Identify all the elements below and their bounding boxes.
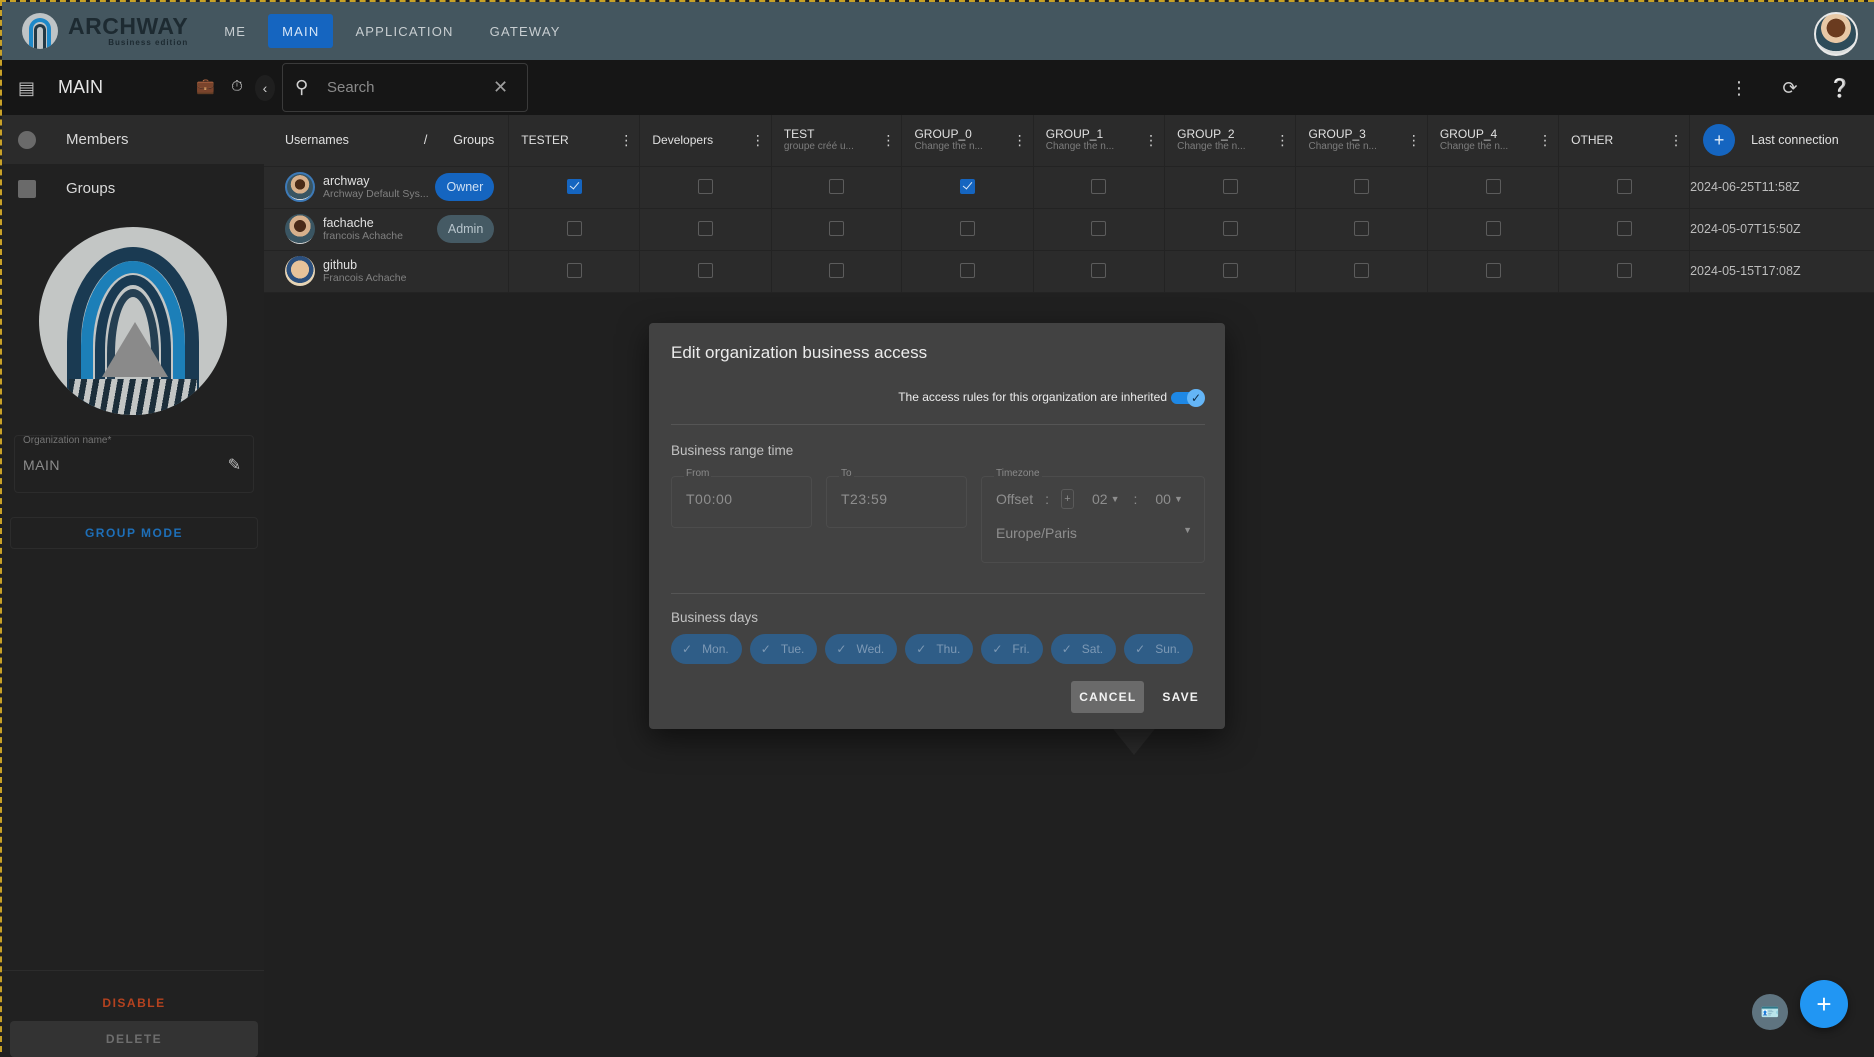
check-icon: ✓ <box>992 642 1002 656</box>
timezone-select[interactable]: Europe/Paris ▼ <box>996 525 1192 541</box>
to-field[interactable]: To T23:59 <box>826 476 967 528</box>
dropdown-caret-icon: ▼ <box>1111 494 1120 504</box>
offset-hours-select[interactable]: 02 ▼ <box>1092 491 1120 507</box>
day-label: Sun. <box>1155 642 1180 656</box>
business-days-chips: ✓ Mon. ✓ Tue. ✓ Wed. ✓ Thu. ✓ Fri. ✓ Sat. ✓ Sun. <box>671 634 1201 664</box>
day-label: Wed. <box>856 642 884 656</box>
offset-hours-value: 02 <box>1092 491 1108 507</box>
plus-icon: + <box>1816 989 1831 1020</box>
dropdown-caret-icon: ▼ <box>1183 525 1192 541</box>
offset-sign-button[interactable]: + <box>1061 489 1074 509</box>
timezone-value: Europe/Paris <box>996 525 1077 541</box>
day-chip[interactable]: ✓ Mon. <box>671 634 742 664</box>
check-icon: ✓ <box>916 642 926 656</box>
day-chip[interactable]: ✓ Wed. <box>825 634 897 664</box>
check-icon: ✓ <box>1062 642 1072 656</box>
from-value: T00:00 <box>686 491 733 507</box>
contact-card-fab[interactable]: 🪪 <box>1752 994 1788 1030</box>
day-chip[interactable]: ✓ Tue. <box>750 634 818 664</box>
add-fab[interactable]: + <box>1800 980 1848 1028</box>
cancel-button[interactable]: CANCEL <box>1071 681 1144 713</box>
timezone-field: Timezone Offset : + 02 ▼ : 00 ▼ Europe/P… <box>981 476 1205 563</box>
range-section-label: Business range time <box>671 443 793 458</box>
to-label: To <box>839 468 854 479</box>
dialog-divider <box>671 593 1205 594</box>
dialog-title: Edit organization business access <box>671 343 927 363</box>
offset-label: Offset <box>996 491 1033 507</box>
offset-minutes-value: 00 <box>1155 491 1171 507</box>
save-button[interactable]: SAVE <box>1154 681 1207 713</box>
day-chip[interactable]: ✓ Sun. <box>1124 634 1193 664</box>
check-icon: ✓ <box>761 642 771 656</box>
from-field[interactable]: From T00:00 <box>671 476 812 528</box>
check-icon: ✓ <box>1187 389 1205 407</box>
check-icon: ✓ <box>836 642 846 656</box>
day-chip[interactable]: ✓ Thu. <box>905 634 973 664</box>
day-label: Fri. <box>1012 642 1029 656</box>
day-chip[interactable]: ✓ Sat. <box>1051 634 1116 664</box>
inherit-row: The access rules for this organization a… <box>898 389 1205 405</box>
day-label: Thu. <box>936 642 960 656</box>
day-chip[interactable]: ✓ Fri. <box>981 634 1042 664</box>
dropdown-caret-icon: ▼ <box>1174 494 1183 504</box>
days-section-label: Business days <box>671 610 758 625</box>
offset-minutes-select[interactable]: 00 ▼ <box>1155 491 1183 507</box>
from-label: From <box>684 468 711 479</box>
inherit-label: The access rules for this organization a… <box>898 390 1167 404</box>
check-icon: ✓ <box>682 642 692 656</box>
inherit-toggle[interactable]: ✓ <box>1171 389 1205 405</box>
day-label: Sat. <box>1082 642 1103 656</box>
edit-business-access-dialog: Edit organization business access The ac… <box>649 323 1225 729</box>
day-label: Mon. <box>702 642 729 656</box>
contact-card-icon: 🪪 <box>1761 1003 1780 1021</box>
timezone-label: Timezone <box>994 468 1042 479</box>
to-value: T23:59 <box>841 491 888 507</box>
check-icon: ✓ <box>1135 642 1145 656</box>
dialog-divider <box>671 424 1205 425</box>
day-label: Tue. <box>781 642 805 656</box>
